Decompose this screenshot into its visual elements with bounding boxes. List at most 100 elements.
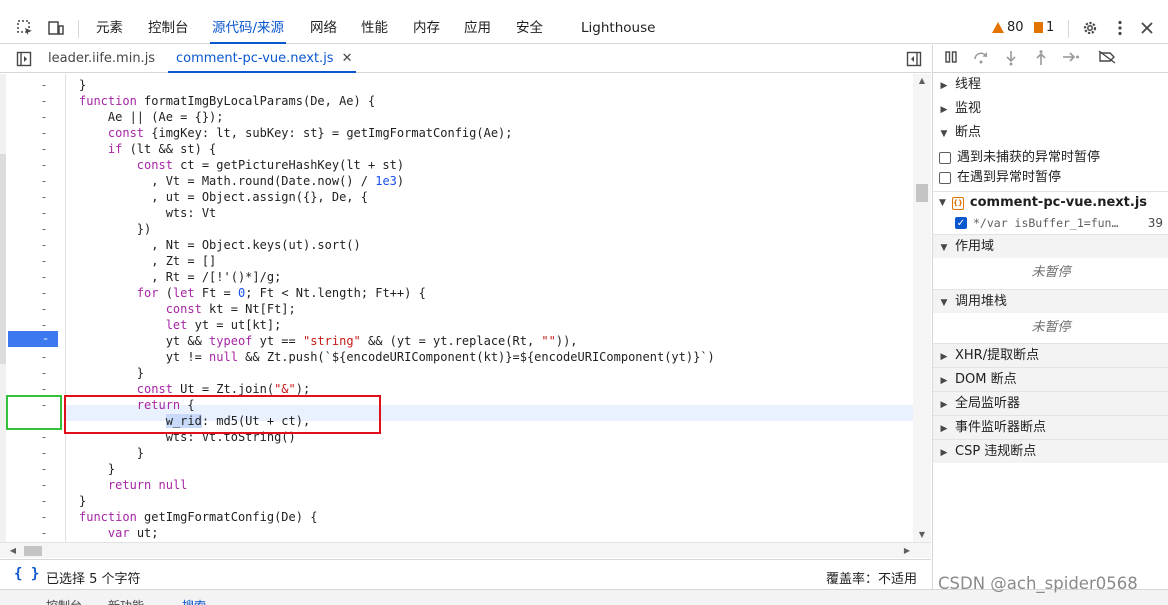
gutter-marker[interactable]: - (0, 365, 66, 381)
pause-icon[interactable] (941, 50, 961, 68)
code-line[interactable]: var ut; (79, 525, 159, 541)
gutter-marker[interactable]: - (0, 221, 66, 237)
step-over-icon[interactable] (971, 50, 991, 68)
code-line[interactable]: yt != null && Zt.push(`${encodeURICompon… (79, 349, 715, 365)
hscroll-thumb[interactable] (24, 546, 42, 556)
section-call-stack[interactable]: ▼ 调用堆栈 (933, 289, 1168, 313)
gutter-marker[interactable]: - (0, 77, 66, 93)
tab-performance[interactable]: 性能 (359, 14, 390, 44)
scroll-down-icon[interactable]: ▼ (913, 528, 931, 542)
code-line[interactable]: } (79, 77, 86, 93)
gutter-marker[interactable]: - (0, 189, 66, 205)
gutter-marker[interactable]: - (0, 477, 66, 493)
pause-caught-row[interactable]: 在遇到异常时暂停 (939, 168, 1061, 188)
step-into-icon[interactable] (1001, 50, 1021, 68)
scroll-up-icon[interactable]: ▲ (913, 74, 931, 88)
section-scope[interactable]: ▼ 作用域 (933, 234, 1168, 258)
gutter-marker[interactable]: - (0, 493, 66, 509)
gutter-marker[interactable]: - (0, 509, 66, 525)
code-line[interactable]: return null (79, 477, 188, 493)
gutter-marker[interactable]: - (0, 205, 66, 221)
gutter-marker[interactable]: - (0, 445, 66, 461)
code-line[interactable]: } (79, 461, 115, 477)
tab-application[interactable]: 应用 (462, 14, 493, 44)
issues-badge[interactable]: 1 (1034, 20, 1054, 35)
tab-sources[interactable]: 源代码/来源 (210, 14, 287, 44)
code-line[interactable]: const ct = getPictureHashKey(lt + st) (79, 157, 404, 173)
code-line[interactable]: Ae || (Ae = {}); (79, 109, 224, 125)
scroll-right-icon[interactable]: ▶ (900, 543, 914, 559)
gutter-marker[interactable]: - (0, 429, 66, 445)
code-line[interactable]: yt && typeof yt == "string" && (yt = yt.… (79, 333, 578, 349)
code-line[interactable]: }) (79, 221, 151, 237)
file-tab-comment-pc-vue[interactable]: comment-pc-vue.next.js ✕ (168, 45, 356, 73)
deactivate-breakpoints-icon[interactable] (1097, 50, 1117, 68)
inspect-element-icon[interactable] (15, 18, 35, 38)
code-line[interactable]: function formatImgByLocalParams(De, Ae) … (79, 93, 375, 109)
section-dom-breakpoints[interactable]: ▶ DOM 断点 (933, 367, 1168, 391)
gutter-marker[interactable]: - (0, 157, 66, 173)
gutter-marker[interactable]: - (0, 285, 66, 301)
step-icon[interactable] (1061, 50, 1081, 68)
gutter-marker[interactable]: - (0, 109, 66, 125)
drawer-tab-search[interactable]: 搜索 (182, 597, 206, 605)
code-line[interactable]: const {imgKey: lt, subKey: st} = getImgF… (79, 125, 513, 141)
gutter-marker[interactable]: - (0, 173, 66, 189)
pause-caught-checkbox[interactable] (939, 172, 951, 184)
tab-network[interactable]: 网络 (308, 14, 339, 44)
gutter-marker[interactable]: - (0, 349, 66, 365)
device-toolbar-icon[interactable] (46, 18, 66, 38)
gutter-marker[interactable]: - (0, 125, 66, 141)
code-line[interactable]: , Zt = [] (79, 253, 216, 269)
close-tab-icon[interactable]: ✕ (342, 45, 353, 73)
drawer-tab-whats-new[interactable]: 新功能 (108, 597, 144, 605)
code-line[interactable]: const kt = Nt[Ft]; (79, 301, 296, 317)
section-breakpoints[interactable]: ▼ 断点 (933, 121, 1168, 145)
code-editor[interactable]: ----------------------------- }function … (0, 74, 931, 542)
horizontal-scrollbar[interactable]: ◀ ▶ (0, 542, 931, 558)
code-line[interactable]: } (79, 365, 144, 381)
gutter-marker[interactable]: - (0, 93, 66, 109)
code-line[interactable]: wts: Vt (79, 205, 217, 221)
section-xhr-breakpoints[interactable]: ▶ XHR/提取断点 (933, 343, 1168, 367)
gutter-marker[interactable]: - (0, 237, 66, 253)
toggle-navigator-icon[interactable] (14, 49, 34, 69)
section-threads[interactable]: ▶ 线程 (933, 73, 1168, 97)
vertical-scrollbar[interactable]: ▲ ▼ (913, 74, 931, 542)
pause-uncaught-checkbox[interactable] (939, 152, 951, 164)
close-devtools-icon[interactable] (1137, 18, 1157, 38)
settings-gear-icon[interactable] (1080, 18, 1100, 38)
file-tab-leader[interactable]: leader.iife.min.js (48, 45, 155, 73)
section-csp-breakpoints[interactable]: ▶ CSP 违规断点 (933, 439, 1168, 463)
gutter-marker[interactable]: - (0, 141, 66, 157)
breakpoint-file-row[interactable]: ▼ {} comment-pc-vue.next.js (939, 192, 1147, 214)
gutter-marker[interactable]: - (0, 269, 66, 285)
more-options-icon[interactable] (1110, 18, 1130, 38)
code-line[interactable]: let yt = ut[kt]; (79, 317, 282, 333)
section-watch[interactable]: ▶ 监视 (933, 97, 1168, 121)
line-gutter[interactable]: ----------------------------- (0, 74, 66, 542)
gutter-marker[interactable]: - (0, 525, 66, 541)
breakpoint-checkbox[interactable]: ✓ (955, 217, 967, 229)
code-line[interactable]: for (let Ft = 0; Ft < Nt.length; Ft++) { (79, 285, 426, 301)
drawer-tab-console[interactable]: 控制台 (46, 597, 82, 605)
code-line[interactable]: , Vt = Math.round(Date.now() / 1e3) (79, 173, 404, 189)
tab-security[interactable]: 安全 (514, 14, 545, 44)
code-line[interactable]: } (79, 445, 144, 461)
scroll-left-icon[interactable]: ◀ (6, 543, 20, 559)
scroll-thumb[interactable] (916, 184, 928, 202)
code-line[interactable]: } (79, 493, 86, 509)
tab-elements[interactable]: 元素 (94, 14, 125, 44)
gutter-marker[interactable]: - (0, 253, 66, 269)
breakpoint-marker[interactable]: - (8, 331, 58, 347)
warnings-badge[interactable]: 80 (992, 20, 1024, 35)
code-line[interactable]: , ut = Object.assign({}, De, { (79, 189, 368, 205)
breakpoint-entry[interactable]: ✓ */var isBuffer_1=fun… 39 (955, 213, 1168, 233)
step-out-icon[interactable] (1031, 50, 1051, 68)
toggle-debugger-icon[interactable] (904, 49, 924, 69)
code-line[interactable]: function getImgFormatConfig(De) { (79, 509, 317, 525)
code-line[interactable]: if (lt && st) { (79, 141, 216, 157)
gutter-marker[interactable]: - (0, 301, 66, 317)
section-event-listener-breakpoints[interactable]: ▶ 事件监听器断点 (933, 415, 1168, 439)
pretty-print-icon[interactable]: { } (14, 566, 39, 582)
